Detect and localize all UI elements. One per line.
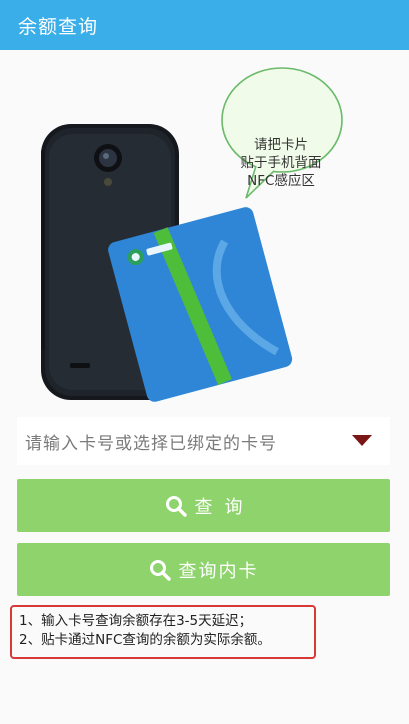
hint-line-2: 贴于手机背面	[240, 155, 322, 171]
notice-line-2: 2、贴卡通过NFC查询的余额为实际余额。	[19, 632, 271, 648]
search-icon	[149, 559, 171, 581]
nfc-hint-text: 请把卡片 贴于手机背面 NFC感应区	[226, 136, 336, 190]
dropdown-arrow-icon[interactable]	[352, 435, 372, 446]
hint-line-1: 请把卡片	[254, 137, 308, 153]
title-bar: 余额查询	[0, 0, 409, 50]
query-inner-card-label: 查询内卡	[178, 560, 259, 582]
notice-box: 1、输入卡号查询余额存在3-5天延迟； 2、贴卡通过NFC查询的余额为实际余额。	[10, 605, 316, 659]
query-button-label: 查询	[194, 496, 255, 518]
notice-line-1: 1、输入卡号查询余额存在3-5天延迟；	[19, 613, 253, 629]
search-icon	[165, 495, 187, 517]
nfc-illustration: 请把卡片 贴于手机背面 NFC感应区	[0, 50, 409, 410]
card-number-placeholder: 请输入卡号或选择已绑定的卡号	[25, 433, 277, 454]
card-number-select[interactable]: 请输入卡号或选择已绑定的卡号	[17, 417, 390, 465]
query-button[interactable]: 查询	[17, 479, 390, 532]
phone-card-illustration	[41, 67, 343, 402]
query-inner-card-button[interactable]: 查询内卡	[17, 543, 390, 596]
page-title: 余额查询	[18, 15, 99, 38]
hint-line-3: NFC感应区	[247, 173, 315, 189]
